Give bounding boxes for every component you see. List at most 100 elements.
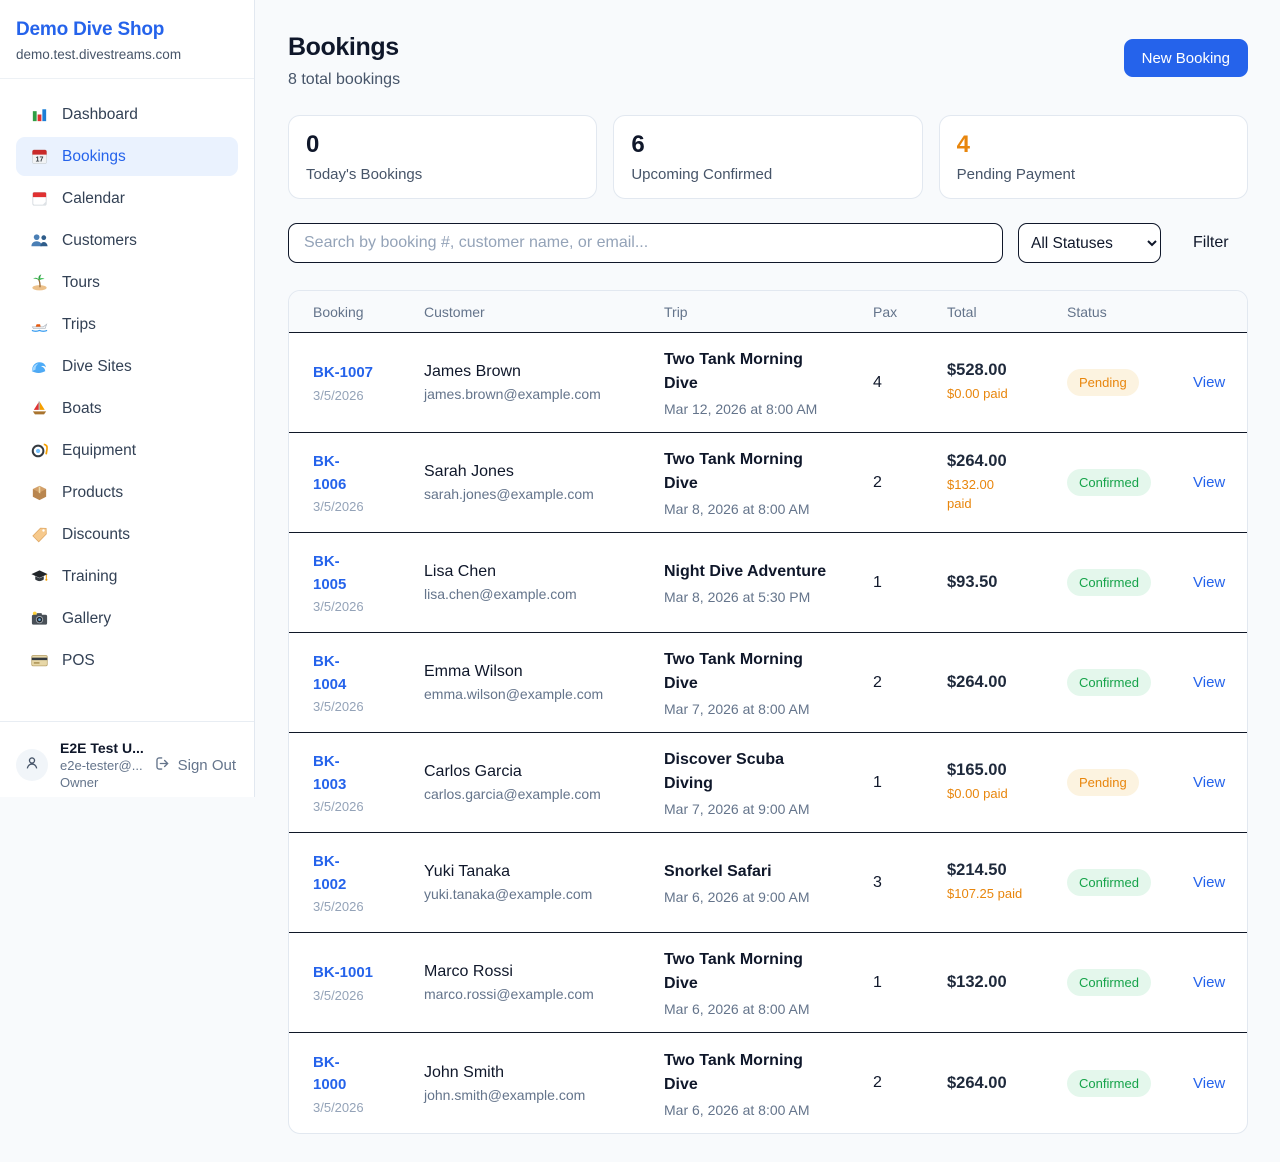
booking-cell: BK-1001 3/5/2026	[313, 962, 424, 1003]
sidebar-item-discounts[interactable]: Discounts	[16, 515, 238, 554]
new-booking-button[interactable]: New Booking	[1124, 39, 1248, 77]
sidebar-item-pos[interactable]: POS	[16, 641, 238, 680]
sidebar: Demo Dive Shop demo.test.divestreams.com…	[0, 0, 255, 797]
trip-name: Night Dive Adventure	[664, 560, 873, 584]
status-badge: Confirmed	[1067, 1070, 1151, 1097]
column-header-pax: Pax	[873, 304, 947, 320]
page-subtitle: 8 total bookings	[288, 71, 400, 89]
total-amount: $528.00	[947, 361, 1067, 380]
sidebar-item-label: Dashboard	[62, 106, 138, 124]
booking-cell: BK-10063/5/2026	[313, 451, 424, 514]
trip-datetime: Mar 6, 2026 at 9:00 AM	[664, 889, 873, 905]
view-link[interactable]: View	[1173, 974, 1225, 991]
sidebar-item-equipment[interactable]: Equipment	[16, 431, 238, 470]
table-body: BK-1007 3/5/2026 James Brownjames.brown@ex…	[289, 333, 1247, 1133]
booking-id-link[interactable]: BK-1004	[313, 651, 424, 696]
customer-email: james.brown@example.com	[424, 386, 664, 402]
pax-value: 3	[873, 874, 947, 892]
sidebar-item-products[interactable]: Products	[16, 473, 238, 512]
avatar	[16, 749, 48, 781]
customer-email: john.smith@example.com	[424, 1087, 664, 1103]
trip-cell: Two Tank MorningDive Mar 6, 2026 at 8:00 …	[664, 948, 873, 1017]
sidebar-item-calendar[interactable]: Calendar	[16, 179, 238, 218]
pax-value: 2	[873, 474, 947, 492]
total-cell: $165.00$0.00 paid	[947, 761, 1067, 804]
booking-date: 3/5/2026	[313, 599, 424, 614]
customer-cell: Carlos Garciacarlos.garcia@example.com	[424, 763, 664, 802]
pax-value: 1	[873, 574, 947, 592]
booking-id-link[interactable]: BK-1000	[313, 1052, 424, 1097]
total-cell: $528.00$0.00 paid	[947, 361, 1067, 404]
trip-name: Two Tank MorningDive	[664, 948, 873, 996]
customer-cell: Marco Rossimarco.rossi@example.com	[424, 963, 664, 1002]
column-header-status: Status	[1067, 304, 1173, 320]
total-amount: $264.00	[947, 452, 1067, 471]
sidebar-item-dive-sites[interactable]: Dive Sites	[16, 347, 238, 386]
user-role: Owner	[60, 775, 142, 790]
view-link[interactable]: View	[1173, 674, 1225, 691]
sidebar-item-trips[interactable]: Trips	[16, 305, 238, 344]
booking-cell: BK-10023/5/2026	[313, 851, 424, 914]
booking-id-link[interactable]: BK-1003	[313, 751, 424, 796]
customer-cell: Emma Wilsonemma.wilson@example.com	[424, 663, 664, 702]
sidebar-item-boats[interactable]: Boats	[16, 389, 238, 428]
status-cell: Confirmed	[1067, 1070, 1173, 1097]
status-cell: Pending	[1067, 769, 1173, 796]
pax-value: 4	[873, 374, 947, 392]
booking-id-link[interactable]: BK-1007	[313, 362, 424, 385]
page-title: Bookings	[288, 33, 400, 62]
total-amount: $132.00	[947, 973, 1067, 992]
search-input[interactable]	[288, 223, 1003, 263]
sidebar-item-tours[interactable]: Tours	[16, 263, 238, 302]
filter-button[interactable]: Filter	[1193, 234, 1229, 252]
view-link[interactable]: View	[1173, 474, 1225, 491]
bookings-table: BookingCustomerTripPaxTotalStatus BK-100…	[288, 290, 1248, 1134]
stat-label: Pending Payment	[957, 166, 1230, 183]
sidebar-item-label: Bookings	[62, 148, 126, 166]
user-icon	[23, 754, 41, 777]
sidebar-item-bookings[interactable]: 17 Bookings	[16, 137, 238, 176]
trip-datetime: Mar 8, 2026 at 5:30 PM	[664, 589, 873, 605]
booking-date: 3/5/2026	[313, 988, 424, 1003]
products-icon	[30, 483, 49, 502]
trip-datetime: Mar 6, 2026 at 8:00 AM	[664, 1001, 873, 1017]
calendar-icon	[30, 189, 49, 208]
booking-row-bk-1007: BK-10073/5/2026James Brownjames.brown@ex…	[289, 333, 1247, 433]
trip-datetime: Mar 12, 2026 at 8:00 AM	[664, 401, 873, 417]
customer-cell: James Brownjames.brown@example.com	[424, 363, 664, 402]
brand-domain: demo.test.divestreams.com	[16, 47, 238, 62]
booking-cell: BK-10033/5/2026	[313, 751, 424, 814]
status-select[interactable]: All Statuses	[1018, 223, 1161, 263]
pax-value: 2	[873, 1074, 947, 1092]
bookings-icon: 17	[30, 147, 49, 166]
booking-row-bk-1002: BK-10023/5/2026Yuki Tanakayuki.tanaka@ex…	[289, 833, 1247, 933]
view-link[interactable]: View	[1173, 1075, 1225, 1092]
stat-card-pending-payment: 4Pending Payment	[939, 115, 1248, 199]
total-amount: $165.00	[947, 761, 1067, 780]
status-cell: Confirmed	[1067, 869, 1173, 896]
sign-out-button[interactable]: Sign Out	[154, 755, 238, 776]
view-link[interactable]: View	[1173, 574, 1225, 591]
total-amount: $93.50	[947, 573, 1067, 592]
booking-id-link[interactable]: BK-1002	[313, 851, 424, 896]
training-icon	[30, 567, 49, 586]
sidebar-item-dashboard[interactable]: Dashboard	[16, 95, 238, 134]
column-header-trip: Trip	[664, 304, 873, 320]
sidebar-item-label: Training	[62, 568, 117, 586]
sidebar-item-training[interactable]: Training	[16, 557, 238, 596]
customer-name: Sarah Jones	[424, 463, 664, 481]
status-cell: Pending	[1067, 369, 1173, 396]
status-cell: Confirmed	[1067, 569, 1173, 596]
booking-id-link[interactable]: BK-1005	[313, 551, 424, 596]
view-link[interactable]: View	[1173, 374, 1225, 391]
booking-id-link[interactable]: BK-1006	[313, 451, 424, 496]
sidebar-item-customers[interactable]: Customers	[16, 221, 238, 260]
svg-text:17: 17	[36, 156, 44, 164]
view-link[interactable]: View	[1173, 874, 1225, 891]
view-link[interactable]: View	[1173, 774, 1225, 791]
sidebar-item-gallery[interactable]: Gallery	[16, 599, 238, 638]
sidebar-item-label: Customers	[62, 232, 137, 250]
trip-datetime: Mar 6, 2026 at 8:00 AM	[664, 1102, 873, 1118]
booking-id-link[interactable]: BK-1001	[313, 962, 424, 985]
customer-name: Yuki Tanaka	[424, 863, 664, 881]
